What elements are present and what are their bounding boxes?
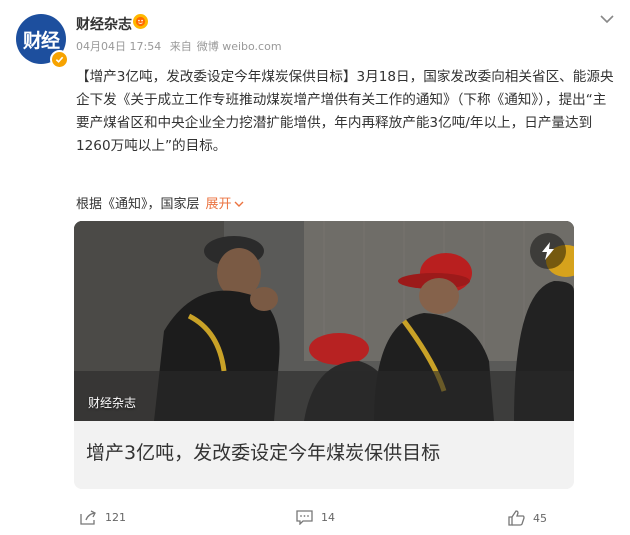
post-time[interactable]: 04月04日 17:54 [76, 40, 161, 53]
thumbs-up-icon [508, 510, 525, 526]
share-icon [80, 510, 96, 525]
share-count: 121 [105, 511, 126, 524]
vip-icon [133, 14, 148, 29]
post-text-tail: 根据《通知》，国家层 [76, 197, 200, 212]
card-title[interactable]: 增产3亿吨，发改委设定今年煤炭保供目标 [86, 438, 440, 465]
article-card[interactable]: 财经杂志 增产3亿吨，发改委设定今年煤炭保供目标 [74, 221, 574, 489]
like-count: 45 [533, 511, 547, 525]
comment-count: 14 [321, 511, 335, 524]
verified-badge-icon [50, 50, 69, 69]
author-name[interactable]: 财经杂志 [76, 14, 132, 34]
like-button[interactable]: 45 [508, 510, 547, 526]
post-meta: 04月04日 17:54 来自 微博 weibo.com [76, 38, 287, 54]
lightning-icon[interactable] [530, 233, 566, 269]
card-source-tag: 财经杂志 [88, 396, 137, 410]
article-cover-image[interactable]: 财经杂志 [74, 221, 574, 421]
comment-button[interactable]: 14 [296, 510, 335, 525]
post-text-truncated: 根据《通知》，国家层 展开 [76, 193, 244, 212]
post-source: 微博 weibo.com [196, 40, 282, 53]
expand-chevron-icon [234, 201, 244, 207]
share-button[interactable]: 121 [80, 510, 126, 525]
source-label: 来自 [169, 40, 192, 53]
chevron-down-icon[interactable] [598, 12, 616, 26]
avatar-logo: 财经 [22, 29, 60, 52]
expand-link[interactable]: 展开 [206, 197, 232, 212]
post-text: 【增产3亿吨，发改委设定今年煤炭保供目标】3月18日，国家发改委向相关省区、能源… [76, 69, 614, 154]
comment-icon [296, 510, 313, 525]
